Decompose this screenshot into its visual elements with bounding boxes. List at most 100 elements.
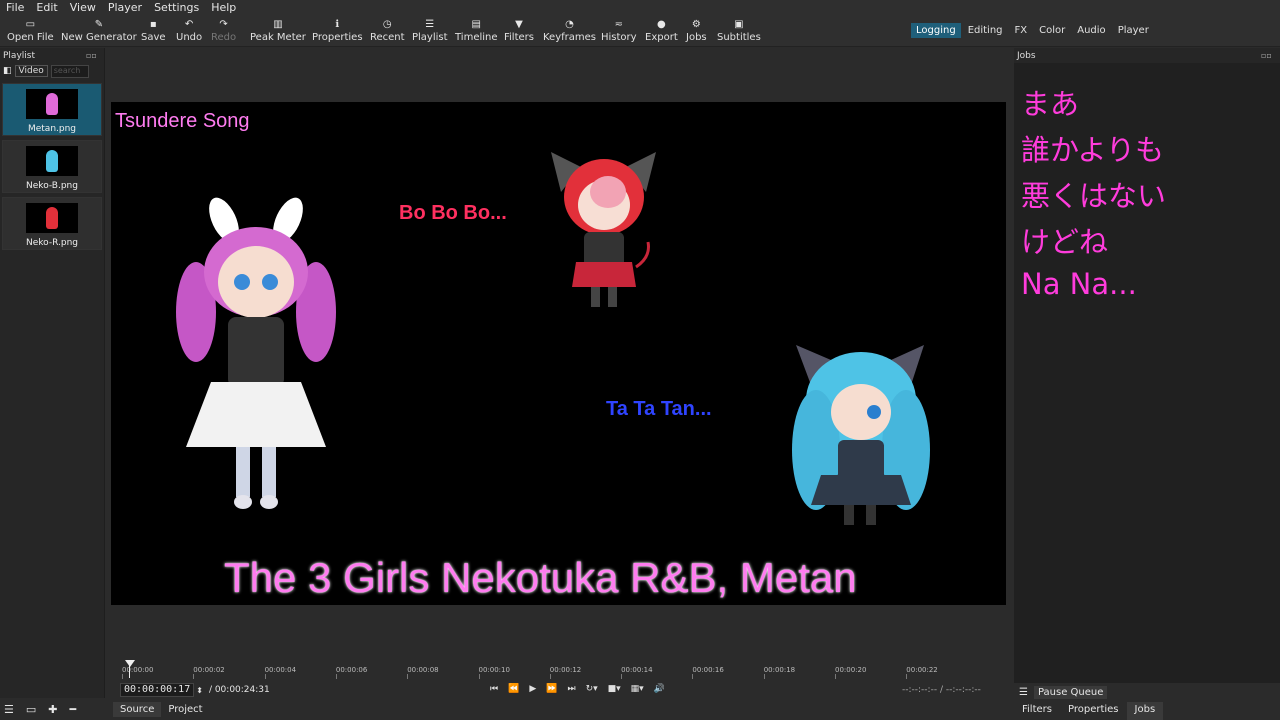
source-project-tabs: Source Project (113, 702, 210, 717)
pause-queue-button[interactable]: Pause Queue (1033, 685, 1108, 699)
redo-button[interactable]: ↷ Redo (211, 17, 236, 43)
timecode-stepper-icon[interactable]: ⬍ (196, 686, 203, 695)
layout-audio[interactable]: Audio (1072, 23, 1110, 38)
playlist-view-toggle[interactable]: Video (14, 65, 48, 77)
toolbar-label: Keyframes (543, 32, 596, 43)
playlist-folder-icon[interactable]: ▭ (26, 703, 36, 716)
jobs-button[interactable]: ⚙ Jobs (686, 17, 707, 43)
jobs-menu-icon[interactable]: ☰ (1019, 687, 1028, 698)
playlist-thumbnail (26, 146, 78, 176)
ruler-tick (193, 674, 195, 679)
jobs-float-icon[interactable]: ▫▫ (1261, 51, 1272, 60)
filters-button[interactable]: ▼ Filters (504, 17, 534, 43)
neko-b-character-image (792, 345, 930, 525)
total-duration: / 00:00:24:31 (208, 685, 270, 695)
toolbar-label: Export (645, 32, 678, 43)
subtitles-button[interactable]: ▣ Subtitles (717, 17, 761, 43)
ruler-tick-label: 00:00:20 (835, 666, 867, 674)
ruler-tick-label: 00:00:08 (407, 666, 439, 674)
timeline-button[interactable]: ▤ Timeline (455, 17, 498, 43)
peak-meter-button[interactable]: ▥ Peak Meter (250, 17, 306, 43)
playlist-menu-button[interactable]: ☰ (4, 703, 14, 716)
redo-icon: ↷ (219, 19, 228, 30)
grid-icon[interactable]: ▦▾ (631, 684, 644, 694)
ruler-tick (906, 674, 908, 679)
rewind-icon[interactable]: ⏪ (508, 684, 519, 694)
menu-bar: File Edit View Player Settings Help (0, 0, 1280, 15)
new-generator-button[interactable]: ✎ New Generator (61, 17, 137, 43)
layout-fx[interactable]: FX (1010, 23, 1033, 38)
tab-project[interactable]: Project (161, 702, 209, 717)
skip-to-start-icon[interactable]: ⏮ (490, 684, 498, 694)
menu-edit[interactable]: Edit (30, 1, 63, 14)
export-button[interactable]: ● Export (645, 17, 678, 43)
toolbar-label: Jobs (686, 32, 707, 43)
ruler-tick (264, 674, 266, 679)
in-out-timecode: --:--:--:-- / --:--:--:-- (902, 685, 981, 695)
layout-player[interactable]: Player (1113, 23, 1154, 38)
playlist-item[interactable]: Metan.png (2, 83, 102, 136)
zoom-icon[interactable]: ■▾ (608, 684, 621, 694)
playlist-search-input[interactable]: search (50, 64, 89, 78)
history-button[interactable]: ≂ History (601, 17, 637, 43)
volume-icon[interactable]: 🔊 (654, 684, 665, 694)
layout-color[interactable]: Color (1034, 23, 1070, 38)
lyric-line: 悪くはない (1021, 179, 1167, 213)
toolbar-label: Open File (7, 32, 54, 43)
peak-meter-icon: ▥ (273, 19, 283, 30)
playlist-thumbnail (26, 203, 78, 233)
playhead-marker-icon[interactable] (125, 660, 135, 668)
stopwatch-icon: ◔ (565, 19, 574, 30)
tab-filters[interactable]: Filters (1014, 702, 1060, 720)
keyframes-button[interactable]: ◔ Keyframes (543, 17, 596, 43)
tab-source[interactable]: Source (113, 702, 162, 717)
ruler-tick-label: 00:00:12 (549, 666, 582, 674)
playlist-remove-icon[interactable]: ━ (70, 703, 77, 716)
filter-icon: ▼ (515, 19, 523, 30)
layout-logging[interactable]: Logging (911, 23, 961, 38)
ruler-tick-label: 00:00:16 (692, 666, 724, 674)
play-icon[interactable]: ▶ (529, 684, 536, 694)
panel-float-icon[interactable]: ▫▫ (86, 51, 97, 60)
skip-to-end-icon[interactable]: ⏭ (567, 684, 575, 694)
playlist-panel: Playlist ▫▫ ◧ Video search Metan.png Neko… (0, 48, 105, 698)
tab-jobs[interactable]: Jobs (1126, 702, 1164, 720)
ruler-tick-label: 00:00:06 (335, 666, 368, 674)
menu-player[interactable]: Player (102, 1, 148, 14)
properties-button[interactable]: ℹ Properties (312, 17, 363, 43)
undo-icon: ↶ (184, 19, 194, 30)
playlist-item[interactable]: Neko-R.png (2, 197, 102, 250)
playlist-bottom-toolbar: ☰ ▭ ✚ ━ (4, 703, 76, 716)
toolbar-label: History (601, 32, 637, 43)
open-file-button[interactable]: ▭ Open File (7, 17, 54, 43)
undo-button[interactable]: ↶ Undo (176, 17, 202, 43)
save-button[interactable]: ▪ Save (141, 17, 166, 43)
playlist-menu-icon[interactable]: ◧ (3, 66, 12, 76)
recent-button[interactable]: ◷ Recent (370, 17, 405, 43)
right-dock-tabs: Filters Properties Jobs (1014, 702, 1164, 720)
tab-properties[interactable]: Properties (1060, 702, 1127, 720)
lyric-line: まあ (1021, 87, 1080, 121)
loop-icon[interactable]: ↻▾ (586, 684, 598, 694)
ruler-tick (763, 674, 765, 679)
playlist-add-icon[interactable]: ✚ (48, 703, 57, 716)
layout-editing[interactable]: Editing (963, 23, 1008, 38)
playlist-thumbnail (26, 89, 78, 119)
timeline-ruler[interactable]: 00:00:00 00:00:02 00:00:04 00:00:06 00:00:08… (120, 660, 996, 680)
neko-r-character-image (551, 152, 656, 307)
menu-settings[interactable]: Settings (148, 1, 205, 14)
blue-caption-text: Ta Ta Tan... (606, 398, 712, 420)
jobs-list: まあ 誰かよりも 悪くはない けどね Na Na... (1014, 63, 1280, 683)
toolbar-label: Timeline (455, 32, 498, 43)
fast-forward-icon[interactable]: ⏩ (546, 684, 557, 694)
current-timecode-field[interactable]: 00:00:00:17 (120, 683, 195, 697)
ruler-tick (122, 674, 123, 679)
menu-help[interactable]: Help (205, 1, 242, 14)
menu-view[interactable]: View (64, 1, 102, 14)
playlist-button[interactable]: ☰ Playlist (412, 17, 448, 43)
video-viewer[interactable]: Tsundere Song Bo Bo Bo... Ta Ta Tan... T… (111, 102, 1006, 605)
playlist-item[interactable]: Neko-B.png (2, 140, 102, 193)
menu-file[interactable]: File (0, 1, 30, 14)
toolbar-label: Undo (176, 32, 203, 43)
lyric-line: けどね (1021, 225, 1109, 259)
